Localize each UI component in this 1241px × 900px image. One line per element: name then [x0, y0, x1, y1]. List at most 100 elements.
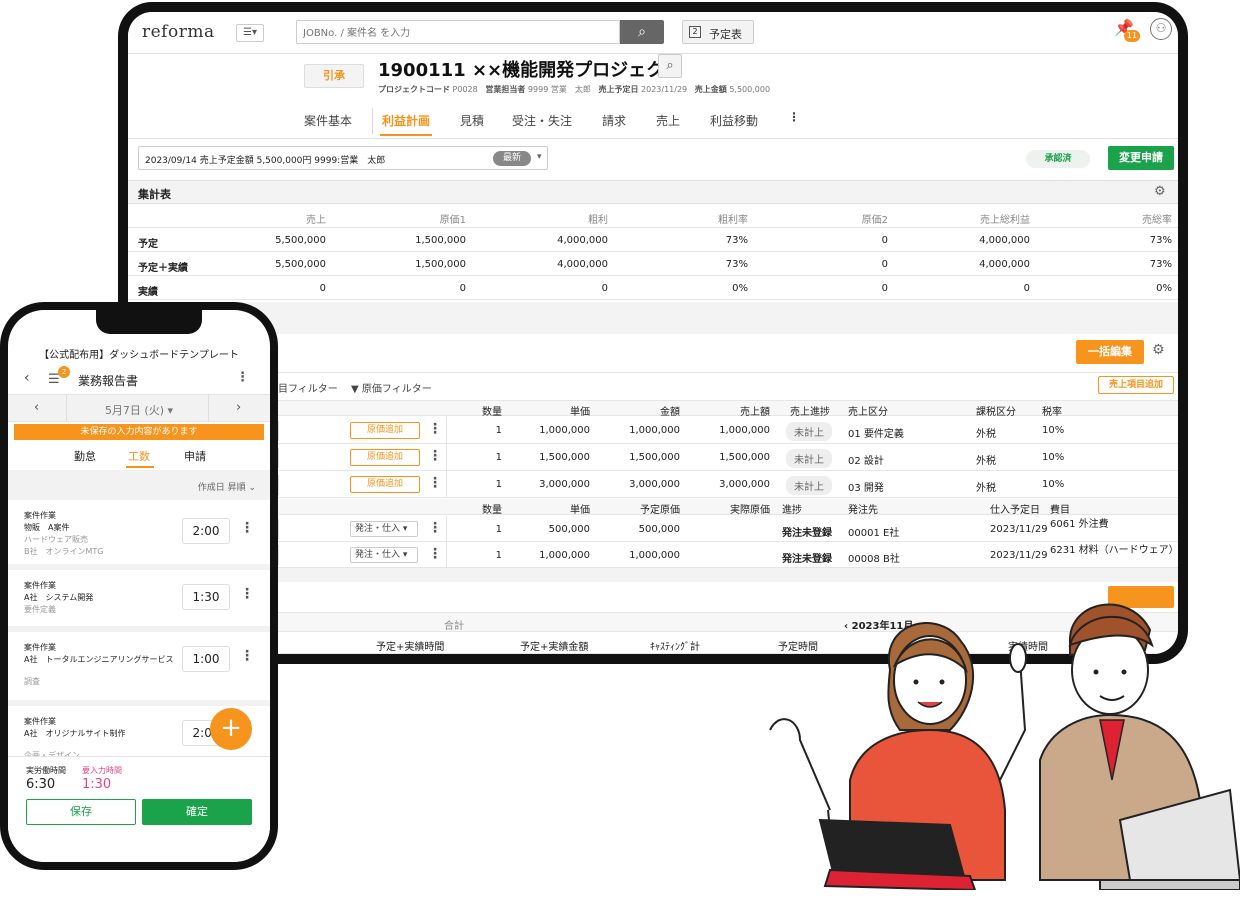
qty-cell: 1 — [495, 550, 502, 561]
tab-attendance[interactable]: 勤怠 — [74, 448, 96, 464]
summary-cell: 0 — [319, 283, 326, 294]
summary-cell: 5,500,000 — [275, 259, 326, 270]
add-cost-button[interactable]: 原価追加 — [350, 449, 420, 466]
status-button[interactable]: 引承 — [304, 64, 364, 88]
add-cost-button[interactable]: 原価追加 — [350, 422, 420, 439]
rate-cell: 10% — [1042, 425, 1065, 436]
tab-sales[interactable]: 売上 — [656, 112, 680, 129]
entry-time-input[interactable]: 2:00 — [182, 518, 230, 544]
tab-order[interactable]: 受注・失注 — [512, 112, 572, 129]
price-cell: 1,000,000 — [539, 550, 590, 561]
col-header: 税率 — [1042, 407, 1062, 418]
sales-cell: 3,000,000 — [719, 479, 770, 490]
col-header: 仕入予定日 — [990, 505, 1040, 516]
version-select[interactable]: 2023/09/14 売上予定金額 5,500,000円 9999:営業 太郎 … — [138, 146, 548, 170]
price-cell: 500,000 — [548, 524, 590, 535]
entry-time-input[interactable]: 1:30 — [182, 584, 230, 610]
add-fab-icon[interactable]: + — [210, 708, 252, 750]
add-sales-item-button[interactable]: 売上項目追加 — [1098, 376, 1174, 394]
next-date-icon[interactable]: › — [236, 400, 241, 415]
tab-request[interactable]: 申請 — [184, 448, 206, 464]
progress-badge: 未計上 — [786, 476, 832, 495]
summary-cell: 4,000,000 — [557, 235, 608, 246]
sort-selector[interactable]: 作成日 昇順 ⌄ — [198, 480, 256, 493]
latest-badge: 最新 — [493, 151, 531, 166]
col-header: 単価 — [570, 407, 590, 418]
required-hours-value: 1:30 — [82, 777, 112, 792]
screen-title: 業務報告書 — [78, 374, 139, 388]
tab-case-basic[interactable]: 案件基本 — [304, 112, 352, 129]
confirm-button[interactable]: 確定 — [142, 799, 252, 825]
actual-hours-label: 実労働時間 — [26, 766, 66, 775]
gear-icon[interactable]: ⚙ — [1152, 342, 1165, 358]
phone-frame: 【公式配布用】ダッシュボードテンプレート ‹ ☰ 2 業務報告書 ⋮ ‹ 5月7… — [0, 302, 278, 870]
calendar-button[interactable]: 2 予定表 — [682, 20, 754, 44]
tab-more-icon[interactable]: ⋮ — [788, 110, 800, 124]
col-header: 予定+実績金額 — [520, 642, 589, 653]
row-menu-icon[interactable]: ⋮ — [428, 448, 442, 464]
tab-workload[interactable]: 工数 — [128, 448, 150, 464]
col-header: 数量 — [482, 505, 502, 516]
entry-menu-icon[interactable]: ⋮ — [240, 520, 254, 536]
tax-cell: 外税 — [976, 429, 996, 440]
amount-cell: 1,500,000 — [629, 452, 680, 463]
bulk-edit-button[interactable]: 一括編集 — [1076, 340, 1144, 364]
date-bar: ‹ 5月7日 (火) ▾ › — [8, 394, 270, 422]
amount-cell: 1,000,000 — [629, 425, 680, 436]
date-selector[interactable]: 5月7日 (火) ▾ — [8, 402, 270, 418]
search-icon[interactable]: ⌕ — [620, 20, 664, 44]
phone-notch — [96, 310, 202, 334]
row-menu-icon[interactable]: ⋮ — [428, 421, 442, 437]
menu-icon[interactable]: ☰▾ — [236, 24, 264, 42]
user-icon[interactable]: ⚇ — [1150, 18, 1172, 40]
order-select[interactable]: 発注・仕入 ▾ — [350, 521, 418, 537]
row-menu-icon[interactable]: ⋮ — [428, 475, 442, 491]
expense-cell: 6061 外注費 — [1050, 519, 1109, 530]
search-input[interactable] — [297, 22, 617, 45]
summary-cell: 0 — [881, 283, 888, 294]
work-entry-card[interactable]: 案件作業 A社 トータルエンジニアリングサービス 調査 1:00 ⋮ — [8, 632, 270, 706]
item-filter[interactable]: 項目フィルター — [268, 384, 338, 395]
entry-time-input[interactable]: 1:00 — [182, 646, 230, 672]
cost-filter[interactable]: 原価フィルター — [362, 384, 432, 395]
qty-cell: 1 — [495, 524, 502, 535]
category-cell: 01 要件定義 — [848, 429, 904, 440]
tab-invoice[interactable]: 請求 — [602, 112, 626, 129]
tab-estimate[interactable]: 見積 — [460, 112, 484, 129]
row-label: 予定 — [138, 239, 158, 250]
row-menu-icon[interactable]: ⋮ — [428, 520, 442, 536]
expense-cell: 6231 材料（ハードウェア） — [1050, 545, 1178, 556]
back-icon[interactable]: ‹ — [24, 370, 30, 386]
row-menu-icon[interactable]: ⋮ — [428, 546, 442, 562]
summary-cell: 0 — [601, 283, 608, 294]
work-entry-card[interactable]: 案件作業 物販 A案件 ハードウェア販売 B社 オンラインMTG 2:00 ⋮ — [8, 500, 270, 570]
sales-header-row: 数量 単価 金額 売上額 売上進捗 売上区分 課税区分 税率 — [128, 400, 1178, 418]
entry-menu-icon[interactable]: ⋮ — [240, 648, 254, 664]
tab-profit-transfer[interactable]: 利益移動 — [710, 112, 758, 129]
tablet-frame: reforma ☰▾ ⌕ 2 予定表 📌 11 ⚇ 引承 1900111 ××機… — [118, 2, 1188, 664]
gear-icon[interactable]: ⚙ — [1154, 184, 1166, 199]
work-entry-card[interactable]: 案件作業 A社 システム開発 要件定義 1:30 ⋮ — [8, 570, 270, 632]
filter-icon: ▼ — [351, 384, 359, 395]
summary-header-bar: 集計表 ⚙ — [128, 180, 1178, 204]
filter-bar: 項目フィルター ▼ 原価フィルター — [268, 380, 432, 395]
row-label: 実績 — [138, 287, 158, 298]
entry-menu-icon[interactable]: ⋮ — [240, 586, 254, 602]
planned-cost-cell: 500,000 — [638, 524, 680, 535]
project-search-icon[interactable]: ⌕ — [658, 54, 682, 78]
row-label: 予定＋実績 — [138, 263, 188, 274]
entry-project: A社 トータルエンジニアリングサービス — [24, 655, 174, 664]
more-icon[interactable]: ⋮ — [236, 370, 249, 385]
qty-cell: 1 — [495, 425, 502, 436]
phone-screen: 【公式配布用】ダッシュボードテンプレート ‹ ☰ 2 業務報告書 ⋮ ‹ 5月7… — [8, 310, 270, 862]
entry-project: A社 オリジナルサイト制作 — [24, 729, 126, 738]
order-select[interactable]: 発注・仕入 ▾ — [350, 547, 418, 563]
col-header: 進捗 — [782, 505, 802, 516]
dashboard-title: 【公式配布用】ダッシュボードテンプレート — [39, 350, 239, 361]
save-button[interactable]: 保存 — [26, 799, 136, 825]
add-cost-button[interactable]: 原価追加 — [350, 476, 420, 493]
category-cell: 03 開発 — [848, 483, 884, 494]
tab-profit-plan[interactable]: 利益計画 — [382, 112, 430, 129]
calendar-icon: 2 — [689, 26, 701, 38]
change-request-button[interactable]: 変更申請 — [1108, 146, 1174, 170]
